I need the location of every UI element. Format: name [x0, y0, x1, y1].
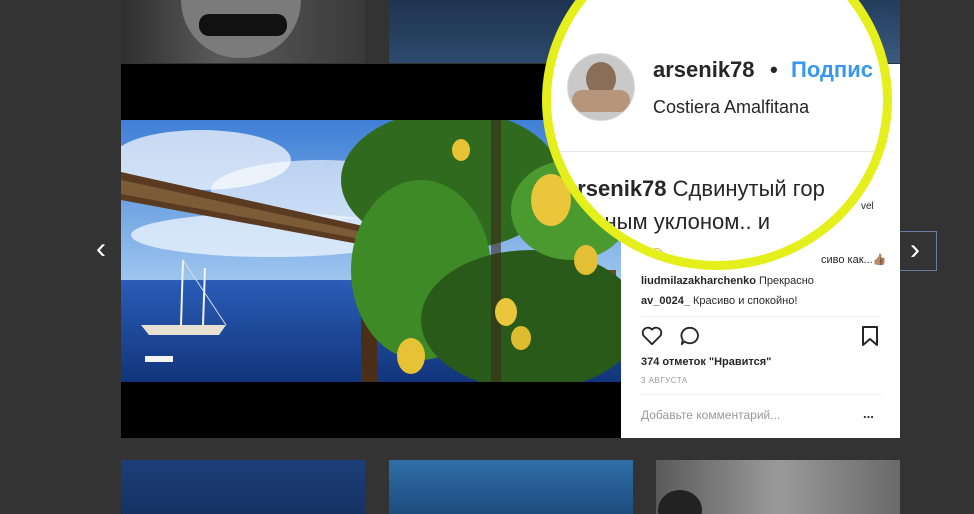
- side-text-fragment: vel: [861, 201, 874, 212]
- thumbs-up-emoji: 👍🏽: [872, 254, 887, 266]
- caption-username[interactable]: arsenik78: [565, 176, 667, 201]
- sunglasses-graphic: [199, 14, 287, 36]
- partial-comment-text: сиво как...: [821, 254, 873, 266]
- comment-text: Прекрасно: [759, 275, 814, 287]
- caption-text-line2: монным уклоном.. и: [565, 209, 771, 234]
- post-date: 3 АВГУСТА: [641, 376, 688, 385]
- post-username[interactable]: arsenik78: [653, 57, 755, 83]
- bookmark-icon[interactable]: [861, 325, 879, 347]
- comment-username[interactable]: liudmilazakharchenko: [641, 275, 756, 287]
- post-location[interactable]: Costiera Amalfitana: [653, 97, 809, 118]
- comment-username[interactable]: av_0024_: [641, 295, 690, 307]
- avatar-arms: [572, 90, 630, 112]
- comment-row: liudmilazakharchenko Прекрасно: [641, 275, 814, 287]
- amalfi-coast-photo: [121, 120, 621, 382]
- caption: arsenik78 Сдвинутый гор: [565, 176, 825, 202]
- divider: [551, 151, 883, 152]
- avatar[interactable]: [567, 53, 635, 121]
- divider: [641, 394, 881, 395]
- more-options-button[interactable]: ...: [863, 406, 874, 421]
- grid-thumbnail-top-1[interactable]: [121, 0, 365, 63]
- heart-icon[interactable]: [641, 326, 663, 346]
- comment-input[interactable]: Добавьте комментарий...: [641, 408, 780, 422]
- chevron-left-icon[interactable]: ‹: [96, 234, 106, 264]
- person-head-graphic: [658, 490, 702, 514]
- post-photo[interactable]: [121, 120, 621, 382]
- grid-thumbnail-bottom-3[interactable]: [656, 460, 900, 514]
- divider: [641, 316, 881, 317]
- partial-comment: сиво как...👍🏽: [821, 253, 886, 266]
- comment-icon[interactable]: [679, 326, 701, 346]
- chevron-right-icon: ›: [910, 233, 920, 266]
- follow-button[interactable]: Подпис: [791, 57, 873, 83]
- caption-text-line1: Сдвинутый гор: [672, 176, 825, 201]
- next-button[interactable]: ›: [897, 231, 937, 271]
- comment-row: av_0024_ Красиво и спокойно!: [641, 295, 797, 307]
- grid-thumbnail-bottom-1[interactable]: [121, 460, 365, 514]
- separator-dot: •: [770, 57, 778, 82]
- comment-text: Красиво и спокойно!: [693, 295, 798, 307]
- grid-thumbnail-bottom-2[interactable]: [389, 460, 633, 514]
- likes-count[interactable]: 374 отметок "Нравится": [641, 356, 771, 368]
